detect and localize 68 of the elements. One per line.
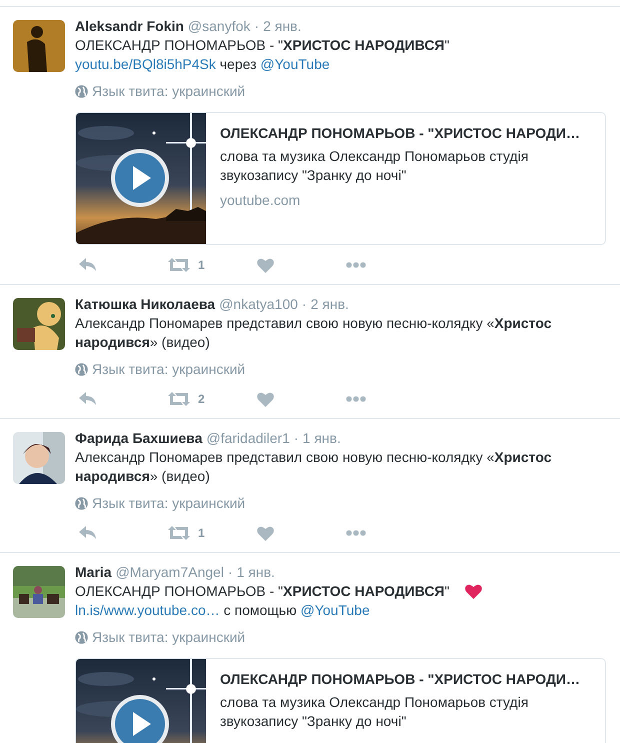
retweet-count: 1 [198, 524, 205, 542]
tweet-language: Язык твита: украинский [92, 360, 246, 379]
separator-dot: · [302, 295, 307, 314]
author-name[interactable]: Maria [75, 563, 112, 582]
reply-button[interactable] [79, 526, 97, 540]
author-handle[interactable]: @faridadiler1 [206, 429, 290, 448]
card-description: слова та музика Олександр Пономарьов студія звукозапису "Зранку до ночі" [220, 147, 530, 185]
tweet-text: ОЛЕКСАНДР ПОНОМАРЬОВ - "ХРИСТОС НАРОДИВСЯ" [75, 582, 450, 601]
tweet-time[interactable]: 2 янв. [310, 295, 349, 314]
globe-icon [75, 631, 88, 644]
tweet-link[interactable]: ln.is/www.youtube.co… [75, 602, 220, 618]
heart-icon [257, 526, 274, 540]
more-icon [346, 530, 366, 536]
retweet-button[interactable] [168, 258, 190, 272]
heart-icon [257, 392, 274, 406]
more-icon [346, 262, 366, 268]
card-domain: youtube.com [220, 191, 302, 210]
tweet-text: с помощью [222, 602, 298, 618]
tweet-language: Язык твита: украинский [92, 628, 246, 647]
retweet-icon [168, 258, 190, 272]
tweet-text: через [218, 56, 258, 72]
separator-dot: · [294, 429, 299, 448]
tweet-link[interactable]: @YouTube [260, 56, 330, 72]
tweet-time[interactable]: 2 янв. [263, 17, 302, 36]
card-title: ОЛЕКСАНДР ПОНОМАРЬОВ - "ХРИСТОС НАРОДИ… [220, 124, 581, 143]
author-name[interactable]: Aleksandr Fokin [75, 17, 184, 36]
retweet-icon [168, 526, 190, 540]
more-button[interactable] [346, 530, 366, 536]
author-name[interactable]: Катюшка Николаева [75, 295, 216, 314]
reply-icon [79, 392, 97, 406]
like-button[interactable] [257, 258, 274, 272]
retweet-button[interactable] [168, 526, 190, 540]
reply-icon [79, 526, 97, 540]
like-button[interactable] [257, 392, 274, 406]
author-handle[interactable]: @nkatya100 [219, 295, 298, 314]
link-card[interactable]: ОЛЕКСАНДР ПОНОМАРЬОВ - "ХРИСТОС НАРОДИ… слова та музика Олександр Пономарьов студія звукозапису "Зранку до ночі" [75, 658, 606, 743]
retweet-count: 2 [198, 390, 205, 408]
more-button[interactable] [346, 396, 366, 402]
author-name[interactable]: Фарида Бахшиева [75, 429, 202, 448]
reply-button[interactable] [79, 392, 97, 406]
more-icon [346, 396, 366, 402]
globe-icon [75, 363, 88, 376]
retweet-count: 1 [198, 256, 205, 274]
tweet-time[interactable]: 1 янв. [236, 563, 275, 582]
reply-icon [79, 258, 97, 272]
tweet-text: ОЛЕКСАНДР ПОНОМАРЬОВ - "ХРИСТОС НАРОДИВСЯ" [75, 36, 450, 55]
reply-button[interactable] [79, 258, 97, 272]
separator-dot: · [254, 17, 260, 36]
tweet-link[interactable]: youtu.be/BQl8i5hP4Sk [75, 56, 216, 72]
more-button[interactable] [346, 262, 366, 268]
separator-dot: · [228, 563, 233, 582]
tweet-text: Александр Пономарев представил свою новую песню-колядку «Христос народився» (видео) [75, 448, 552, 486]
retweet-button[interactable] [168, 392, 190, 406]
heart-icon [257, 258, 274, 272]
tweet-text: Александр Пономарев представил свою новую песню-колядку «Христос народився» (видео) [75, 314, 552, 352]
card-description: слова та музика Олександр Пономарьов студія звукозапису "Зранку до ночі" [220, 693, 530, 731]
tweet-link[interactable]: @YouTube [300, 602, 370, 618]
author-handle[interactable]: @Maryam7Angel [116, 563, 224, 582]
tweet-time[interactable]: 1 янв. [302, 429, 341, 448]
link-card[interactable]: ОЛЕКСАНДР ПОНОМАРЬОВ - "ХРИСТОС НАРОДИ… слова та музика Олександр Пономарьов студія звукозапису "Зранку до ночі" youtube.com [75, 112, 606, 245]
globe-icon [75, 497, 88, 510]
like-button[interactable] [257, 526, 274, 540]
author-handle[interactable]: @sanyfok [188, 17, 250, 36]
tweet-language: Язык твита: украинский [92, 82, 246, 101]
globe-icon [75, 85, 88, 98]
card-title: ОЛЕКСАНДР ПОНОМАРЬОВ - "ХРИСТОС НАРОДИ… [220, 670, 581, 689]
retweet-icon [168, 392, 190, 406]
tweet-language: Язык твита: украинский [92, 494, 246, 513]
